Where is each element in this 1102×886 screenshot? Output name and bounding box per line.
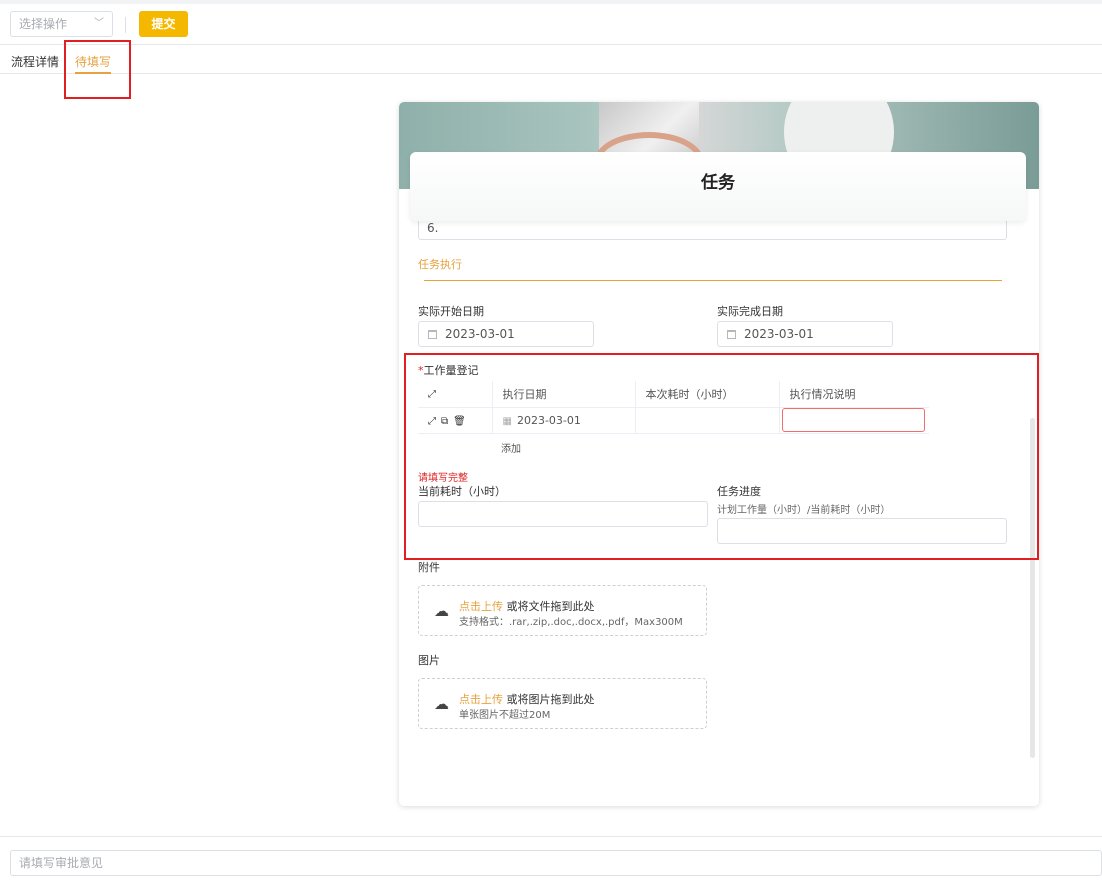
section-divider	[424, 280, 1002, 281]
actual-start-label: 实际开始日期	[418, 305, 484, 318]
actual-end-date-input[interactable]: 2023-03-01	[717, 321, 893, 347]
attachment-drag-text: 或将文件拖到此处	[506, 600, 595, 613]
image-upload-text: 点击上传 或将图片拖到此处	[459, 691, 595, 707]
tab-bar: 流程详情 待填写	[0, 45, 1102, 74]
attachment-formats: 支持格式：.rar,.zip,.doc,.docx,.pdf，Max300M	[459, 617, 683, 628]
actual-start-value: 2023-03-01	[445, 327, 515, 341]
cloud-upload-icon: ☁	[434, 602, 449, 620]
toolbar: 选择操作 ﹀ 提交	[0, 0, 1102, 45]
cloud-upload-icon: ☁	[434, 695, 449, 713]
approval-comment-input[interactable]: 请填写审批意见	[10, 850, 1102, 876]
tab-process-detail[interactable]: 流程详情	[11, 53, 59, 70]
attachment-upload-text: 点击上传 或将文件拖到此处	[459, 598, 595, 614]
form-title: 任务	[701, 173, 735, 193]
form-title-card: 任务	[410, 152, 1026, 221]
images-label: 图片	[418, 654, 440, 667]
highlight-box-tab	[64, 40, 131, 99]
operation-select[interactable]: 选择操作 ﹀	[10, 11, 113, 37]
image-size-limit: 单张图片不超过20M	[459, 710, 551, 721]
attachments-label: 附件	[418, 561, 440, 574]
chevron-down-icon: ﹀	[94, 18, 104, 29]
actual-end-label: 实际完成日期	[717, 305, 783, 318]
footer: 请填写审批意见	[0, 836, 1102, 886]
actual-start-date-input[interactable]: 2023-03-01	[418, 321, 594, 347]
section-title: 任务执行	[418, 258, 462, 271]
actual-end-value: 2023-03-01	[744, 327, 814, 341]
submit-button[interactable]: 提交	[139, 11, 188, 37]
attachment-upload-link[interactable]: 点击上传	[459, 600, 503, 613]
image-upload-link[interactable]: 点击上传	[459, 693, 503, 706]
calendar-icon	[428, 330, 437, 339]
image-drag-text: 或将图片拖到此处	[506, 693, 595, 706]
calendar-icon	[727, 330, 736, 339]
image-upload-dropzone[interactable]: ☁ 点击上传 或将图片拖到此处 单张图片不超过20M	[418, 678, 707, 729]
toolbar-divider	[125, 17, 126, 33]
operation-select-placeholder: 选择操作	[19, 17, 68, 31]
attachment-upload-dropzone[interactable]: ☁ 点击上传 或将文件拖到此处 支持格式：.rar,.zip,.doc,.doc…	[418, 585, 707, 636]
highlight-box-worklog	[404, 353, 1039, 560]
